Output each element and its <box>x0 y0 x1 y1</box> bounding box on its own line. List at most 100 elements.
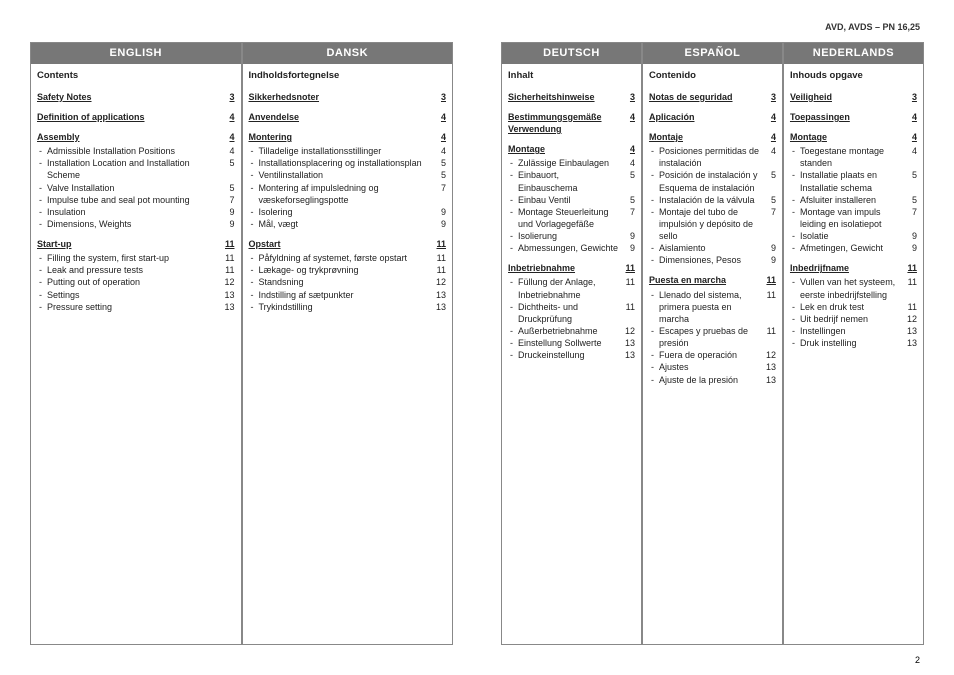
toc-item-text: Afmetingen, Gewicht <box>800 242 905 254</box>
toc-item-page: 7 <box>623 206 635 230</box>
toc-section-heading: Opstart11 <box>249 238 447 250</box>
bullet-dash-icon: - <box>651 361 659 373</box>
contents-label: Contents <box>37 70 235 83</box>
toc-item-text: Einbau Ventil <box>518 194 623 206</box>
toc-item: -Toegestane montage standen4 <box>790 145 917 169</box>
document-header: AVD, AVDS – PN 16,25 <box>825 22 920 32</box>
toc-item-page: 12 <box>764 349 776 361</box>
toc-section-heading: Montering4 <box>249 131 447 143</box>
toc-item-text: Tilladelige installationsstillinger <box>259 145 435 157</box>
toc-column: DANSKIndholdsfortegnelseSikkerhedsnoter3… <box>242 42 454 645</box>
document-pages: ENGLISHContentsSafety Notes3Definition o… <box>30 42 924 645</box>
toc-item: -Posiciones permitidas de instalación4 <box>649 145 776 169</box>
bullet-dash-icon: - <box>792 337 800 349</box>
bullet-dash-icon: - <box>39 145 47 157</box>
toc-item-page: 9 <box>434 206 446 218</box>
bullet-dash-icon: - <box>251 252 259 264</box>
bullet-dash-icon: - <box>510 230 518 242</box>
toc-section-heading: Start-up11 <box>37 238 235 250</box>
bullet-dash-icon: - <box>510 301 518 325</box>
toc-item-page: 5 <box>223 182 235 194</box>
toc-item: -Einbau Ventil5 <box>508 194 635 206</box>
toc-item: -Vullen van het systeem, eerste inbedrij… <box>790 276 917 300</box>
toc-item-text: Fuera de operación <box>659 349 764 361</box>
bullet-dash-icon: - <box>510 337 518 349</box>
toc-item-text: Druckeinstellung <box>518 349 623 361</box>
toc-section-heading: Montage4 <box>508 143 635 155</box>
toc-item: -Druk instelling13 <box>790 337 917 349</box>
toc-item: -Isolierung9 <box>508 230 635 242</box>
toc-item: -Ajustes13 <box>649 361 776 373</box>
bullet-dash-icon: - <box>510 157 518 169</box>
toc-item-text: Ajustes <box>659 361 764 373</box>
bullet-dash-icon: - <box>651 145 659 169</box>
toc-column: ENGLISHContentsSafety Notes3Definition o… <box>30 42 242 645</box>
toc-item-text: Dimensiones, Pesos <box>659 254 764 266</box>
toc-column: ESPAÑOLContenidoNotas de seguridad3Aplic… <box>642 42 783 645</box>
toc-item-page: 11 <box>764 325 776 349</box>
toc-item: -Putting out of operation12 <box>37 276 235 288</box>
toc-item-page: 11 <box>623 301 635 325</box>
bullet-dash-icon: - <box>251 276 259 288</box>
toc-item-text: Isolering <box>259 206 435 218</box>
toc-item: -Pressure setting13 <box>37 301 235 313</box>
toc-item-text: Füllung der Anlage, Inbetriebnahme <box>518 276 623 300</box>
toc-item-text: Isolatie <box>800 230 905 242</box>
toc-item-page: 11 <box>223 264 235 276</box>
toc-item: -Isolatie9 <box>790 230 917 242</box>
bullet-dash-icon: - <box>39 206 47 218</box>
bullet-dash-icon: - <box>792 206 800 230</box>
toc-section-heading: Bestimmungsgemäße Verwendung4 <box>508 111 635 135</box>
bullet-dash-icon: - <box>792 230 800 242</box>
bullet-dash-icon: - <box>39 157 47 181</box>
toc-item: -Tilladelige installationsstillinger4 <box>249 145 447 157</box>
column-header: ENGLISH <box>31 43 241 64</box>
toc-item: -Montage Steuerleitung und Vorlagegefäße… <box>508 206 635 230</box>
toc-item-page: 11 <box>905 301 917 313</box>
page-number: 2 <box>915 655 920 665</box>
toc-item: -Montaje del tubo de impulsión y depósit… <box>649 206 776 242</box>
toc-item-page: 4 <box>623 157 635 169</box>
bullet-dash-icon: - <box>251 289 259 301</box>
toc-item-text: Toegestane montage standen <box>800 145 905 169</box>
toc-item-text: Trykindstilling <box>259 301 435 313</box>
toc-item: -Impulse tube and seal pot mounting7 <box>37 194 235 206</box>
toc-item: -Lek en druk test11 <box>790 301 917 313</box>
toc-item: -Escapes y pruebas de presión11 <box>649 325 776 349</box>
bullet-dash-icon: - <box>510 349 518 361</box>
toc-item-text: Påfyldning af systemet, første opstart <box>259 252 435 264</box>
bullet-dash-icon: - <box>251 169 259 181</box>
toc-item-page: 9 <box>764 254 776 266</box>
toc-item: -Druckeinstellung13 <box>508 349 635 361</box>
toc-item-text: Posiciones permitidas de instalación <box>659 145 764 169</box>
bullet-dash-icon: - <box>39 182 47 194</box>
toc-item-text: Pressure setting <box>47 301 223 313</box>
toc-section-heading: Toepassingen4 <box>790 111 917 123</box>
bullet-dash-icon: - <box>39 264 47 276</box>
toc-section-heading: Inbedrijfname11 <box>790 262 917 274</box>
toc-item-page: 4 <box>223 145 235 157</box>
toc-item-text: Mål, vægt <box>259 218 435 230</box>
toc-section-heading: Aplicación4 <box>649 111 776 123</box>
bullet-dash-icon: - <box>792 169 800 193</box>
toc-item: -Settings13 <box>37 289 235 301</box>
toc-item: -Påfyldning af systemet, første opstart1… <box>249 252 447 264</box>
toc-item-page: 9 <box>905 242 917 254</box>
toc-item-text: Installatie plaats en Installatie schema <box>800 169 905 193</box>
bullet-dash-icon: - <box>510 276 518 300</box>
bullet-dash-icon: - <box>510 242 518 254</box>
toc-item: -Einstellung Sollwerte13 <box>508 337 635 349</box>
bullet-dash-icon: - <box>651 289 659 325</box>
toc-item-text: Indstilling af sætpunkter <box>259 289 435 301</box>
toc-item-text: Leak and pressure tests <box>47 264 223 276</box>
toc-item-text: Afsluiter installeren <box>800 194 905 206</box>
toc-item: -Trykindstilling13 <box>249 301 447 313</box>
toc-section-heading: Safety Notes3 <box>37 91 235 103</box>
toc-item-text: Lækage- og trykprøvning <box>259 264 435 276</box>
toc-item: -Valve Installation5 <box>37 182 235 194</box>
toc-item-text: Installationsplacering og installationsp… <box>259 157 435 169</box>
bullet-dash-icon: - <box>251 301 259 313</box>
bullet-dash-icon: - <box>792 313 800 325</box>
toc-item-text: Dimensions, Weights <box>47 218 223 230</box>
toc-item-text: Ventilinstallation <box>259 169 435 181</box>
